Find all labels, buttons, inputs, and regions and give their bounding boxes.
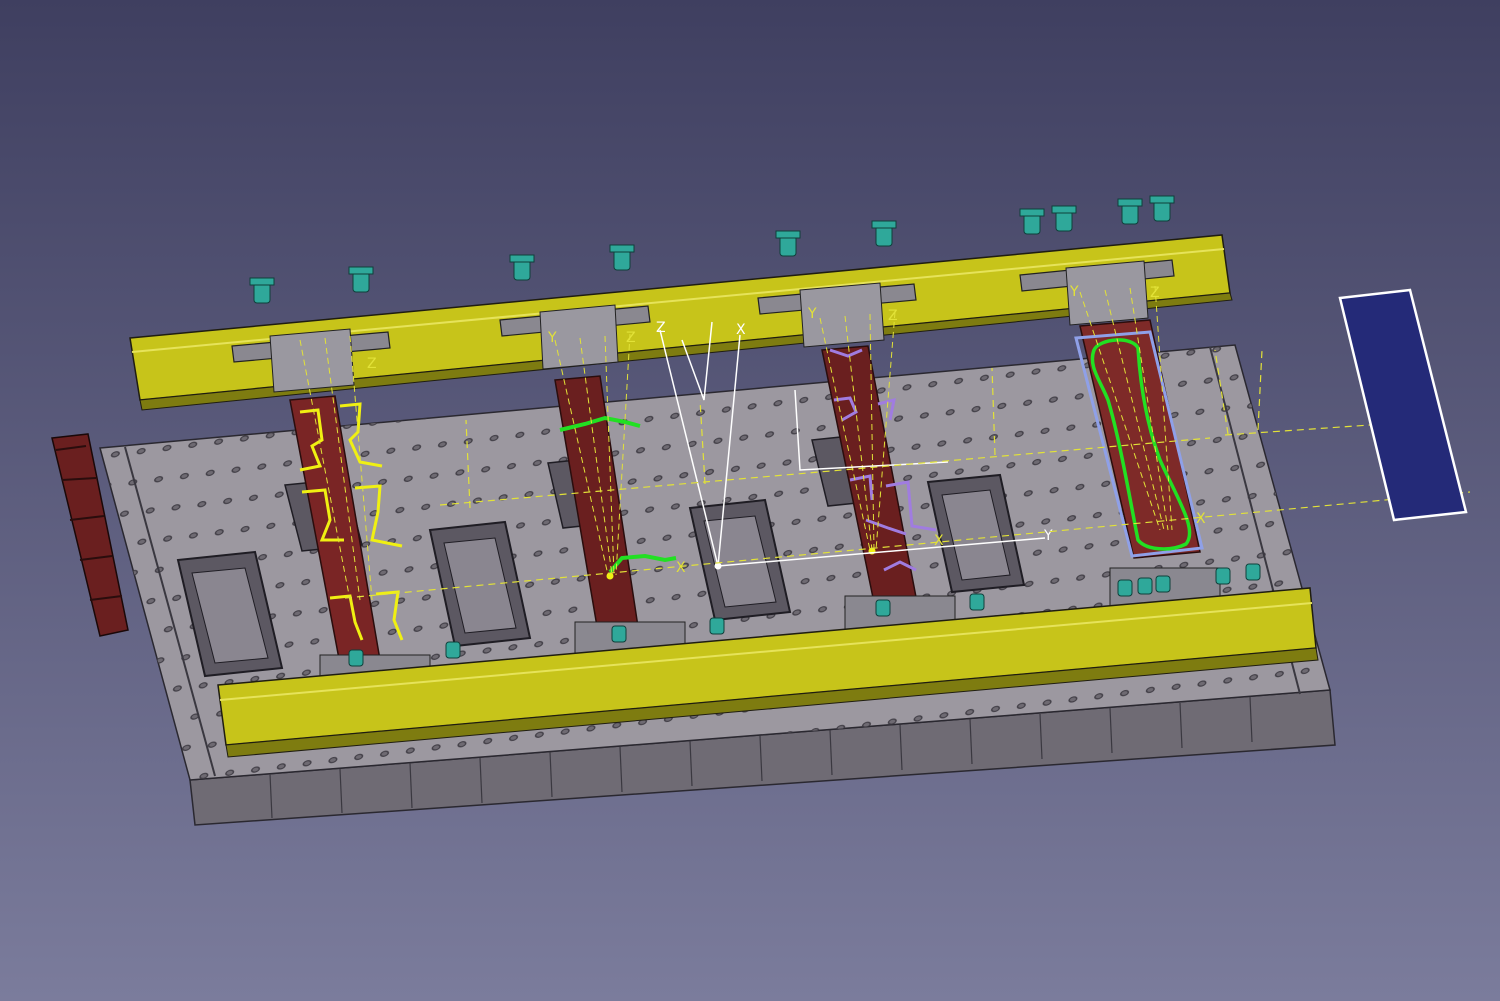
clamp-icon[interactable] xyxy=(1051,205,1077,232)
clamp-icon[interactable] xyxy=(1137,577,1153,595)
station-2-axis-z: Z xyxy=(626,330,636,346)
station-2-axis-x: X xyxy=(676,560,686,576)
clamp-icon[interactable] xyxy=(709,617,725,635)
clamp-icon[interactable] xyxy=(775,230,801,257)
main-axis-label-y: Y xyxy=(1043,528,1053,544)
cad-3d-viewport[interactable]: Z Y Z X Y Z X Y Z X Z X Y xyxy=(0,0,1500,1001)
clamp-icon[interactable] xyxy=(1155,575,1171,593)
clamp-icon[interactable] xyxy=(509,254,535,281)
clamp-icon[interactable] xyxy=(249,277,275,304)
station-3-axis-z: Z xyxy=(888,308,898,324)
clamp-icon[interactable] xyxy=(969,593,985,611)
main-axis-label-x: X xyxy=(736,322,746,338)
station-1-top-block xyxy=(269,328,355,393)
clamp-icon[interactable] xyxy=(609,244,635,271)
clamp-icon[interactable] xyxy=(1117,579,1133,597)
station-2-axis-y: Y xyxy=(547,330,557,346)
main-axis-label-z: Z xyxy=(656,320,666,336)
station-4-axis-x: X xyxy=(1196,511,1206,527)
clamp-icon[interactable] xyxy=(871,220,897,247)
station-1-axis-z: Z xyxy=(367,356,377,372)
station-4-axis-y: Y xyxy=(1069,284,1079,300)
station-3-axis-y: Y xyxy=(807,306,817,322)
clamp-icon[interactable] xyxy=(1245,563,1261,581)
clamp-icon[interactable] xyxy=(1117,198,1143,225)
clamp-icon[interactable] xyxy=(445,641,461,659)
clamp-icon[interactable] xyxy=(1019,208,1045,235)
clamp-icon[interactable] xyxy=(875,599,891,617)
clamp-icon[interactable] xyxy=(611,625,627,643)
clamp-icon[interactable] xyxy=(348,649,364,667)
clamp-icon[interactable] xyxy=(348,266,374,293)
clamp-icon[interactable] xyxy=(1149,195,1175,222)
station-4-axis-z: Z xyxy=(1150,285,1160,301)
fixture-assembly-scene[interactable]: Z Y Z X Y Z X Y Z X Z X Y xyxy=(0,0,1500,1001)
clamp-icon[interactable] xyxy=(1215,567,1231,585)
